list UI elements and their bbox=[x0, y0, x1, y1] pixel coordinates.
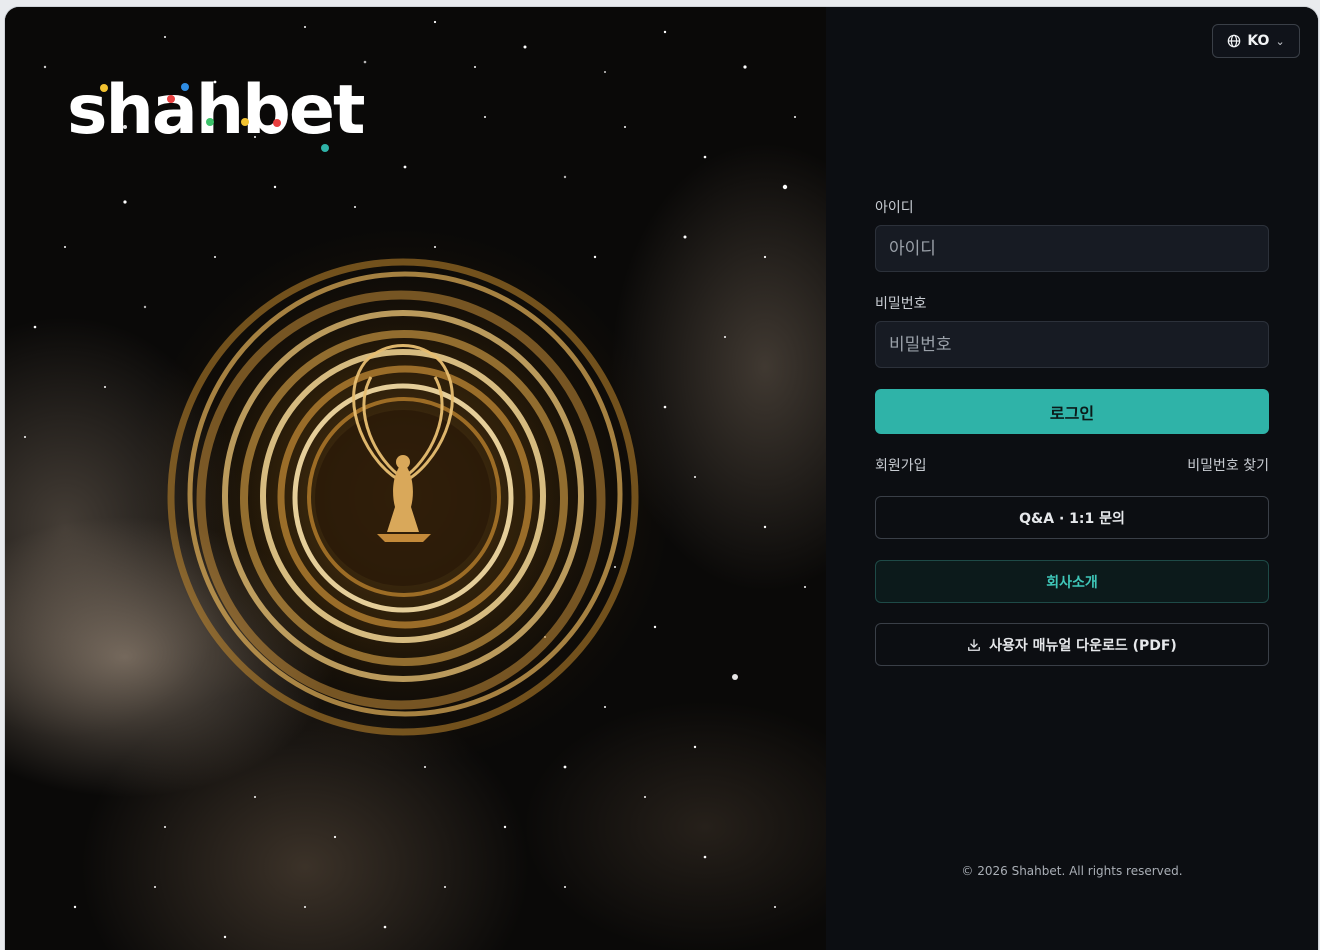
password-label: 비밀번호 bbox=[875, 296, 927, 312]
manual-download-label: 사용자 매뉴얼 다운로드 (PDF) bbox=[989, 637, 1177, 654]
app-window: shahbet KO ⌄ 아이디 아이디 비밀번호 로그인 회원가입 비밀번호 … bbox=[5, 7, 1318, 950]
qa-inquiry-label: Q&A · 1:1 문의 bbox=[1019, 510, 1125, 527]
find-password-link[interactable]: 비밀번호 찾기 bbox=[1187, 455, 1269, 475]
language-code: KO bbox=[1247, 33, 1270, 49]
manual-download-button[interactable]: 사용자 매뉴얼 다운로드 (PDF) bbox=[875, 623, 1269, 666]
brand-logo: shahbet bbox=[67, 71, 365, 150]
hero-panel: shahbet bbox=[5, 7, 826, 950]
signup-link[interactable]: 회원가입 bbox=[875, 455, 927, 475]
company-intro-button[interactable]: 회사소개 bbox=[875, 560, 1269, 603]
login-button[interactable]: 로그인 bbox=[875, 389, 1269, 434]
password-input[interactable] bbox=[875, 321, 1269, 368]
copyright-text: © 2026 Shahbet. All rights reserved. bbox=[961, 864, 1183, 878]
golden-portal-illustration bbox=[163, 257, 643, 737]
globe-icon bbox=[1228, 34, 1241, 48]
qa-inquiry-button[interactable]: Q&A · 1:1 문의 bbox=[875, 496, 1269, 539]
company-intro-label: 회사소개 bbox=[1046, 574, 1098, 591]
username-label: 아이디 bbox=[875, 200, 914, 216]
language-selector[interactable]: KO ⌄ bbox=[1212, 24, 1300, 58]
username-input[interactable] bbox=[875, 225, 1269, 272]
chevron-down-icon: ⌄ bbox=[1275, 34, 1285, 48]
login-panel: KO ⌄ 아이디 비밀번호 로그인 회원가입 비밀번호 찾기 Q&A · 1:1… bbox=[826, 7, 1318, 950]
download-icon bbox=[968, 638, 981, 651]
